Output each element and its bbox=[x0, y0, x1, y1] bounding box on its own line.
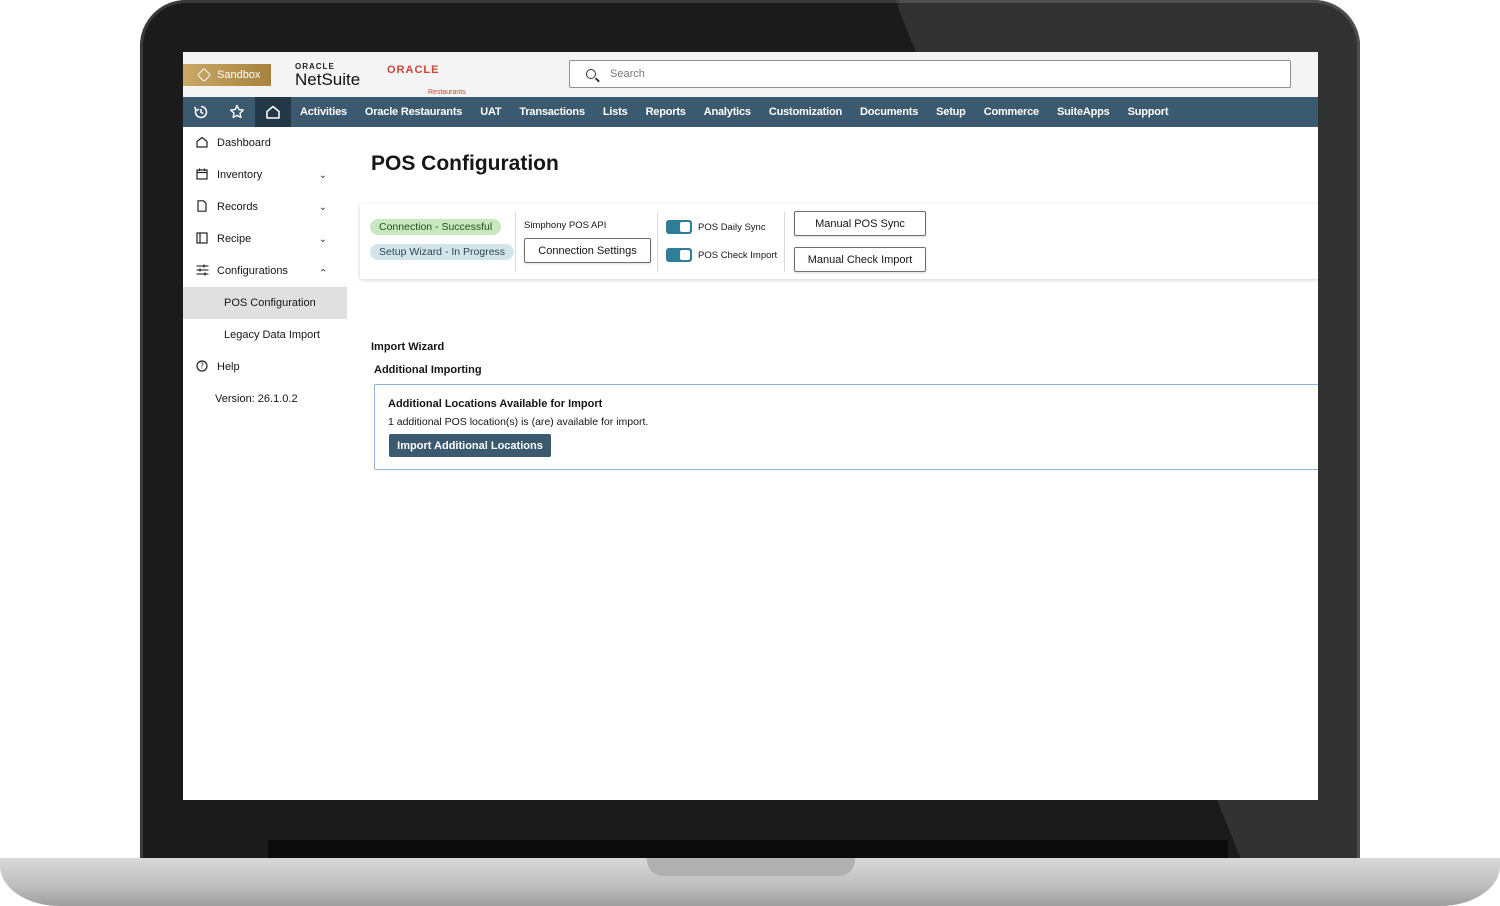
app-screen: Sandbox ORACLE NetSuite ORACLE Restauran… bbox=[183, 52, 1318, 800]
nav-menu: Activities Oracle Restaurants UAT Transa… bbox=[291, 106, 1177, 118]
sidebar-item-configurations[interactable]: Configurations ⌄ bbox=[183, 255, 347, 287]
inventory-calendar-icon bbox=[195, 168, 209, 183]
sidebar-item-label: Help bbox=[217, 361, 240, 373]
chevron-up-icon[interactable]: ⌄ bbox=[319, 266, 327, 277]
svg-text:?: ? bbox=[200, 361, 204, 370]
help-icon: ? bbox=[195, 359, 209, 375]
top-header: Sandbox ORACLE NetSuite ORACLE Restauran… bbox=[183, 52, 1318, 97]
chevron-down-icon[interactable]: ⌄ bbox=[319, 234, 327, 245]
book-icon bbox=[195, 231, 209, 247]
home-icon bbox=[195, 136, 209, 151]
main-nav: Activities Oracle Restaurants UAT Transa… bbox=[183, 97, 1318, 127]
global-search[interactable] bbox=[569, 60, 1291, 88]
sidebar-item-label: Recipe bbox=[217, 233, 252, 245]
nav-item-transactions[interactable]: Transactions bbox=[510, 106, 593, 118]
nav-item-oracle-restaurants[interactable]: Oracle Restaurants bbox=[356, 106, 471, 118]
version-label: Version: 26.1.0.2 bbox=[215, 393, 298, 405]
card-description: 1 additional POS location(s) is (are) av… bbox=[388, 416, 649, 428]
netsuite-logo[interactable]: ORACLE NetSuite bbox=[295, 62, 360, 90]
sandbox-badge[interactable]: Sandbox bbox=[183, 64, 271, 86]
additional-importing-heading: Additional Importing bbox=[374, 364, 482, 376]
chevron-down-icon[interactable]: ⌄ bbox=[319, 170, 327, 181]
divider bbox=[657, 212, 658, 272]
divider bbox=[515, 212, 516, 272]
pos-check-import-label: POS Check Import bbox=[698, 250, 778, 261]
sidebar-item-label: Records bbox=[217, 201, 258, 213]
status-badge-connection: Connection - Successful bbox=[370, 219, 502, 235]
card-heading: Additional Locations Available for Impor… bbox=[388, 398, 603, 410]
manual-pos-sync-button[interactable]: Manual POS Sync bbox=[794, 211, 926, 236]
sidebar-item-label: Configurations bbox=[217, 265, 288, 277]
laptop-notch bbox=[647, 858, 855, 876]
sidebar-item-label: Dashboard bbox=[217, 137, 271, 149]
sidebar-item-records[interactable]: Records ⌄ bbox=[183, 191, 347, 223]
nav-item-lists[interactable]: Lists bbox=[594, 106, 637, 118]
nav-item-commerce[interactable]: Commerce bbox=[975, 106, 1048, 118]
divider bbox=[784, 212, 785, 272]
import-additional-locations-button[interactable]: Import Additional Locations bbox=[389, 434, 551, 457]
sidebar-item-help[interactable]: ? Help bbox=[183, 351, 347, 383]
sidebar: Dashboard Inventory ⌄ Records ⌄ Recipe ⌄ bbox=[183, 127, 347, 800]
sidebar-item-dashboard[interactable]: Dashboard bbox=[183, 127, 347, 159]
sliders-icon bbox=[195, 264, 209, 279]
nav-item-setup[interactable]: Setup bbox=[927, 106, 975, 118]
api-label: Simphony POS API bbox=[524, 220, 607, 231]
search-icon bbox=[586, 69, 596, 79]
nav-item-documents[interactable]: Documents bbox=[851, 106, 927, 118]
nav-item-uat[interactable]: UAT bbox=[471, 106, 510, 118]
sidebar-item-inventory[interactable]: Inventory ⌄ bbox=[183, 159, 347, 191]
sidebar-item-recipe[interactable]: Recipe ⌄ bbox=[183, 223, 347, 255]
import-wizard-heading: Import Wizard bbox=[371, 341, 445, 353]
netsuite-logo-text: NetSuite bbox=[295, 70, 361, 89]
home-icon[interactable] bbox=[255, 97, 291, 127]
sidebar-item-label: Inventory bbox=[217, 169, 263, 181]
manual-check-import-button[interactable]: Manual Check Import bbox=[794, 247, 926, 272]
sandbox-label: Sandbox bbox=[217, 69, 261, 81]
status-toolbar: Connection - Successful Setup Wizard - I… bbox=[360, 204, 1318, 279]
nav-item-suiteapps[interactable]: SuiteApps bbox=[1048, 106, 1119, 118]
nav-item-analytics[interactable]: Analytics bbox=[695, 106, 760, 118]
search-input[interactable] bbox=[608, 67, 1212, 81]
nav-item-activities[interactable]: Activities bbox=[291, 106, 356, 118]
nav-item-customization[interactable]: Customization bbox=[760, 106, 851, 118]
recent-history-icon[interactable] bbox=[183, 97, 219, 127]
laptop-hinge bbox=[268, 840, 1228, 858]
document-icon bbox=[195, 199, 209, 215]
favorites-star-icon[interactable] bbox=[219, 97, 255, 127]
pos-check-import-toggle[interactable] bbox=[666, 248, 692, 262]
status-badge-setup-wizard[interactable]: Setup Wizard - In Progress bbox=[370, 244, 515, 260]
pos-daily-sync-toggle[interactable] bbox=[666, 220, 692, 234]
nav-item-reports[interactable]: Reports bbox=[637, 106, 695, 118]
oracle-restaurants-logo-oracle: ORACLE bbox=[387, 64, 440, 76]
sandbox-icon bbox=[196, 67, 212, 83]
nav-item-support[interactable]: Support bbox=[1119, 106, 1178, 118]
chevron-down-icon[interactable]: ⌄ bbox=[319, 202, 327, 213]
page-title: POS Configuration bbox=[371, 152, 559, 175]
connection-settings-button[interactable]: Connection Settings bbox=[524, 238, 651, 263]
sidebar-subitem-legacy-data-import[interactable]: Legacy Data Import bbox=[183, 319, 347, 351]
pos-daily-sync-label: POS Daily Sync bbox=[698, 222, 766, 233]
additional-locations-card: Additional Locations Available for Impor… bbox=[374, 384, 1318, 470]
sidebar-subitem-pos-configuration[interactable]: POS Configuration bbox=[183, 287, 347, 319]
